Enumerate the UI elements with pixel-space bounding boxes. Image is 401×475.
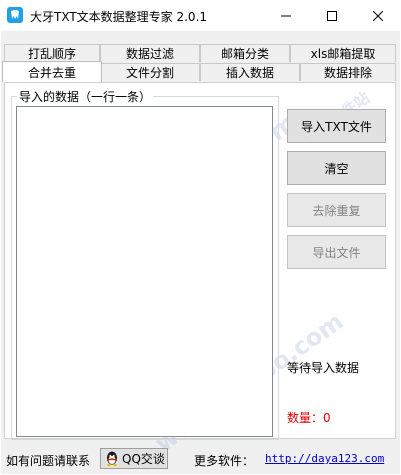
- count-label: 数量：0: [287, 411, 331, 425]
- tab-email-classify[interactable]: 邮箱分类: [200, 44, 290, 62]
- tab-label: 数据过滤: [125, 47, 174, 61]
- tab-label: xls邮箱提取: [310, 47, 376, 61]
- title-bar[interactable]: 大牙TXT文本数据整理专家 2.0.1: [0, 0, 401, 31]
- tooth-app-icon: [7, 7, 23, 23]
- tab-insert-data[interactable]: 插入数据: [200, 63, 300, 81]
- status-text: 等待导入数据: [287, 361, 360, 375]
- import-data-textarea[interactable]: [16, 106, 273, 437]
- contact-label: 如有问题请联系: [6, 454, 91, 468]
- website-link[interactable]: http://daya123.com: [265, 452, 384, 465]
- tab-label: 邮箱分类: [220, 47, 269, 61]
- tab-label: 文件分割: [125, 66, 174, 80]
- minimize-icon: [281, 15, 291, 16]
- more-software-label: 更多软件：: [194, 454, 255, 468]
- close-button[interactable]: [355, 0, 401, 31]
- tab-label: 数据排除: [323, 66, 372, 80]
- clear-button[interactable]: 清空: [287, 151, 386, 185]
- import-txt-button[interactable]: 导入TXT文件: [287, 109, 386, 143]
- tab-xls-email-extract[interactable]: xls邮箱提取: [290, 44, 396, 62]
- tab-filter[interactable]: 数据过滤: [100, 44, 200, 62]
- tab-label: 插入数据: [225, 66, 274, 80]
- tab-label: 合并去重: [27, 65, 76, 80]
- minimize-button[interactable]: [263, 0, 309, 31]
- groupbox-label: 导入的数据（一行一条）: [17, 88, 154, 105]
- export-file-button[interactable]: 导出文件: [287, 235, 386, 269]
- tab-merge-dedupe[interactable]: 合并去重: [2, 61, 102, 82]
- qq-penguin-icon: [107, 451, 117, 466]
- maximize-button[interactable]: [309, 0, 355, 31]
- close-icon: [373, 10, 383, 21]
- qq-button-label: QQ交谈: [122, 452, 165, 466]
- maximize-icon: [327, 10, 337, 21]
- tab-data-exclude[interactable]: 数据排除: [300, 63, 396, 81]
- window-title: 大牙TXT文本数据整理专家 2.0.1: [30, 10, 208, 24]
- tab-shuffle[interactable]: 打乱顺序: [4, 44, 100, 62]
- dedupe-button[interactable]: 去除重复: [287, 193, 386, 227]
- tab-label: 打乱顺序: [27, 47, 76, 61]
- qq-chat-button[interactable]: QQ交谈: [100, 448, 168, 469]
- tab-file-split[interactable]: 文件分割: [100, 63, 200, 81]
